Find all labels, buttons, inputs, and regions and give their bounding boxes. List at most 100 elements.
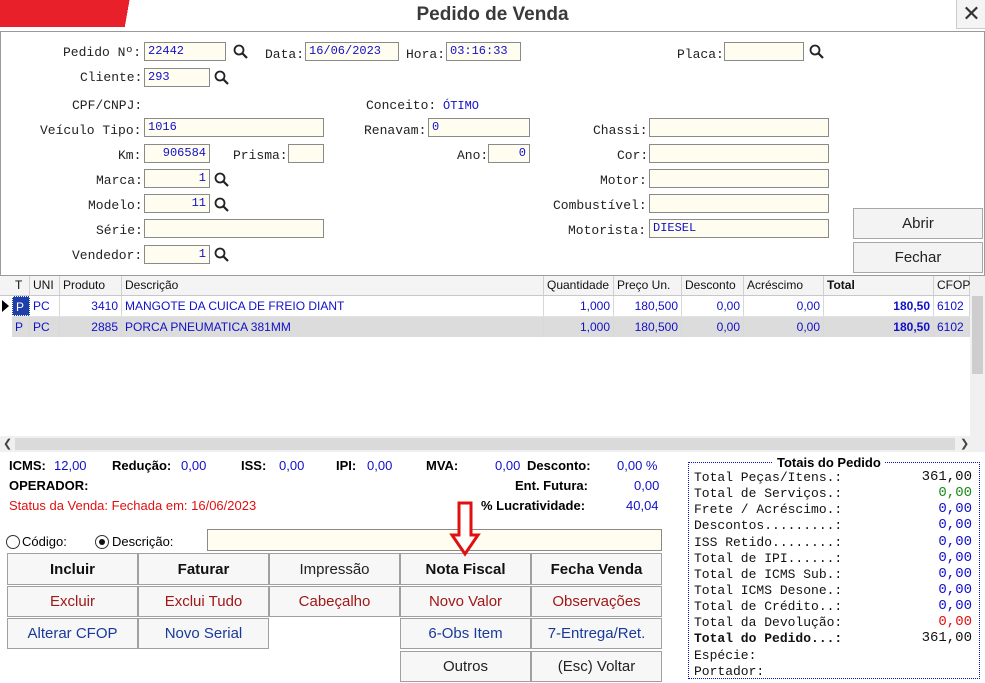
- outros-button[interactable]: Outros: [400, 651, 531, 682]
- combustivel-field[interactable]: [649, 194, 829, 213]
- cell-descricao[interactable]: PORCA PNEUMATICA 381MM: [122, 317, 544, 337]
- cell-produto[interactable]: 3410: [60, 296, 122, 316]
- cell-desconto[interactable]: 0,00: [682, 317, 744, 337]
- observacoes-button[interactable]: Observações: [531, 586, 662, 617]
- total-value: 0,00: [938, 550, 972, 566]
- col-quantidade[interactable]: Quantidade: [544, 276, 614, 295]
- operador-label: OPERADOR:: [9, 478, 89, 493]
- cell-acrescimo[interactable]: 0,00: [744, 296, 824, 316]
- total-label: Total de Crédito..:: [694, 599, 843, 614]
- cabecalho-button[interactable]: Cabeçalho: [269, 586, 400, 617]
- total-value: 0,00: [938, 517, 972, 533]
- codigo-radio[interactable]: [6, 535, 20, 549]
- placa-field[interactable]: [724, 42, 804, 61]
- col-preco[interactable]: Preço Un.: [614, 276, 682, 295]
- cell-quantidade[interactable]: 1,000: [544, 296, 614, 316]
- mva-label: MVA:: [426, 458, 459, 473]
- excluir-button[interactable]: Excluir: [7, 586, 138, 617]
- search-field[interactable]: [207, 529, 662, 551]
- vendedor-field[interactable]: 1: [144, 245, 210, 264]
- marca-field[interactable]: 1: [144, 169, 210, 188]
- pedido-number-field[interactable]: 22442: [144, 42, 226, 61]
- exclui-tudo-button[interactable]: Exclui Tudo: [138, 586, 269, 617]
- cell-total[interactable]: 180,50: [824, 317, 934, 337]
- vertical-scroll-thumb[interactable]: [972, 296, 983, 374]
- cell-total[interactable]: 180,50: [824, 296, 934, 316]
- novo-serial-button[interactable]: Novo Serial: [138, 618, 269, 649]
- vendedor-search-icon[interactable]: [214, 247, 230, 263]
- col-total[interactable]: Total: [824, 276, 934, 295]
- col-produto[interactable]: Produto: [60, 276, 122, 295]
- novo-valor-button[interactable]: Novo Valor: [400, 586, 531, 617]
- chassi-field[interactable]: [649, 118, 829, 137]
- cell-preco[interactable]: 180,500: [614, 296, 682, 316]
- cell-preco[interactable]: 180,500: [614, 317, 682, 337]
- descricao-radio-label: Descrição:: [112, 534, 174, 549]
- incluir-button[interactable]: Incluir: [7, 553, 138, 585]
- ipi-value: 0,00: [367, 458, 393, 473]
- col-desconto[interactable]: Desconto: [682, 276, 744, 295]
- scroll-left-icon[interactable]: ❮: [3, 437, 12, 450]
- abrir-button[interactable]: Abrir: [853, 208, 983, 239]
- col-acrescimo[interactable]: Acréscimo: [744, 276, 824, 295]
- modelo-search-icon[interactable]: [214, 197, 230, 213]
- cliente-search-icon[interactable]: [214, 70, 230, 86]
- faturar-button[interactable]: Faturar: [138, 553, 269, 585]
- col-uni[interactable]: UNI: [30, 276, 60, 295]
- alterar-cfop-button[interactable]: Alterar CFOP: [7, 618, 138, 649]
- impressao-button[interactable]: Impressão: [269, 553, 400, 585]
- placa-search-icon[interactable]: [809, 44, 825, 60]
- total-value: 0,00: [938, 582, 972, 598]
- fechar-button[interactable]: Fechar: [853, 242, 983, 273]
- motor-field[interactable]: [649, 169, 829, 188]
- cell-uni[interactable]: PC: [30, 317, 60, 337]
- prisma-label: Prisma:: [233, 148, 288, 163]
- total-value: 0,00: [938, 566, 972, 582]
- cell-uni[interactable]: PC: [30, 296, 60, 316]
- cell-cfop[interactable]: 6102: [934, 296, 970, 316]
- ipi-label: IPI:: [336, 458, 357, 473]
- esc-voltar-button[interactable]: (Esc) Voltar: [531, 651, 662, 682]
- col-descricao[interactable]: Descrição: [122, 276, 544, 295]
- modelo-field[interactable]: 11: [144, 194, 210, 213]
- renavam-field[interactable]: 0: [428, 118, 530, 137]
- col-t[interactable]: T: [12, 276, 30, 295]
- pedido-search-icon[interactable]: [233, 44, 249, 60]
- cor-label: Cor:: [617, 148, 649, 163]
- obs-item-button[interactable]: 6-Obs Item: [400, 618, 531, 649]
- horizontal-scroll-thumb[interactable]: [15, 438, 955, 450]
- prisma-field[interactable]: [288, 144, 324, 163]
- close-button[interactable]: ✕: [956, 0, 985, 29]
- scroll-right-icon[interactable]: ❯: [960, 437, 969, 450]
- col-cfop[interactable]: CFOP: [934, 276, 970, 295]
- veiculo-tipo-field[interactable]: 1016: [144, 118, 324, 137]
- cell-acrescimo[interactable]: 0,00: [744, 317, 824, 337]
- data-field[interactable]: 16/06/2023: [305, 42, 399, 61]
- cell-t[interactable]: P: [12, 317, 30, 337]
- cell-cfop[interactable]: 6102: [934, 317, 970, 337]
- cell-t[interactable]: P: [12, 296, 30, 316]
- cor-field[interactable]: [649, 144, 829, 163]
- cell-produto[interactable]: 2885: [60, 317, 122, 337]
- total-label: Total Peças/Itens.:: [694, 470, 843, 485]
- fecha-venda-button[interactable]: Fecha Venda: [531, 553, 662, 585]
- motorista-field[interactable]: DIESEL: [649, 219, 829, 238]
- hora-field[interactable]: 03:16:33: [446, 42, 521, 61]
- serie-field[interactable]: [144, 219, 324, 238]
- mva-value: 0,00: [495, 458, 521, 473]
- entrega-ret-button[interactable]: 7-Entrega/Ret.: [531, 618, 662, 649]
- marca-label: Marca:: [96, 173, 143, 188]
- conceito-value: ÓTIMO: [443, 99, 480, 113]
- descricao-radio[interactable]: [95, 535, 109, 549]
- cell-descricao[interactable]: MANGOTE DA CUICA DE FREIO DIANT: [122, 296, 544, 316]
- icms-value: 12,00: [54, 458, 87, 473]
- cliente-field[interactable]: 293: [144, 68, 210, 87]
- km-field[interactable]: 906584: [144, 144, 210, 163]
- cell-quantidade[interactable]: 1,000: [544, 317, 614, 337]
- marca-search-icon[interactable]: [214, 172, 230, 188]
- nota-fiscal-button[interactable]: Nota Fiscal: [400, 553, 531, 585]
- red-arrow-annotation-icon: [449, 501, 481, 557]
- reducao-label: Redução:: [112, 458, 172, 473]
- cell-desconto[interactable]: 0,00: [682, 296, 744, 316]
- ano-field[interactable]: 0: [488, 144, 530, 163]
